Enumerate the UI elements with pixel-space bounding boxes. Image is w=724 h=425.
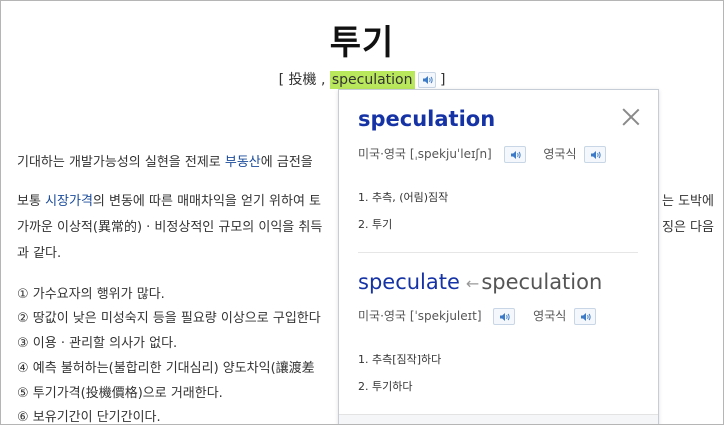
- pronunciation-row: 미국·영국 [ˌspekjuˈleɪʃn] 영국식: [358, 145, 620, 163]
- popup-footer: [339, 414, 658, 424]
- text: 기대하는 개발가능성의 실현을 전제로: [17, 155, 225, 170]
- pron-us-label: 미국·영국: [358, 309, 406, 323]
- text: 의 변동에 따른 매매차익을 얻기 위하여 토: [92, 194, 322, 209]
- meaning-item: 1. 추측, (어림)짐작: [358, 191, 449, 204]
- speaker-icon[interactable]: [584, 146, 607, 163]
- article-line-2: 보통 시장가격의 변동에 따른 매매차익을 얻기 위하여 토: [17, 190, 321, 209]
- page-frame: 투기 [ 投機 , speculation ] 기대하는 개발가능성의 실현을 …: [0, 0, 724, 425]
- meaning-item: 1. 추측[짐작]하다: [358, 353, 442, 366]
- link-real-estate[interactable]: 부동산: [225, 155, 261, 170]
- pron-us-text: [ˈspekjuleɪt]: [409, 309, 482, 323]
- base-word[interactable]: speculation: [481, 270, 602, 294]
- arrow-left-icon: ←: [465, 274, 480, 293]
- headword-text[interactable]: speculate: [358, 270, 460, 294]
- text: 에 금전을: [260, 155, 313, 170]
- divider: [358, 252, 638, 253]
- article-line-3-right: 징은 다음: [662, 220, 714, 235]
- text: 보통: [17, 194, 46, 209]
- highlighted-word[interactable]: speculation: [329, 71, 415, 89]
- close-icon[interactable]: [622, 108, 640, 126]
- subtitle-close: ]: [435, 72, 446, 88]
- article-line-1: 기대하는 개발가능성의 실현을 전제로 부동산에 금전을: [17, 151, 313, 170]
- pron-uk-label: 영국식: [533, 309, 567, 323]
- speaker-icon[interactable]: [417, 72, 436, 88]
- meaning-item: 2. 투기: [358, 218, 393, 231]
- link-market-price[interactable]: 시장가격: [45, 194, 93, 209]
- pron-uk-label: 영국식: [543, 147, 577, 161]
- list-item: ⑥ 보유기간이 단기간이다.: [17, 410, 161, 425]
- article-line-4: 과 같다.: [17, 246, 62, 261]
- speaker-icon[interactable]: [503, 146, 526, 163]
- article-line-2-right: 는 도박에: [662, 194, 714, 209]
- list-item: ④ 예측 불허하는(불합리한 기대심리) 양도차익(讓渡差: [17, 361, 315, 376]
- pron-us-text: [ˌspekjuˈleɪʃn]: [409, 147, 492, 161]
- pronunciation-row: 미국·영국 [ˈspekjuleɪt] 영국식: [358, 307, 610, 325]
- speaker-icon[interactable]: [574, 308, 597, 325]
- headword-speculation[interactable]: speculation: [358, 107, 495, 131]
- page-title: 투기: [329, 23, 395, 63]
- pron-us-label: 미국·영국: [358, 147, 406, 161]
- headword-speculate: speculate ←speculation: [358, 270, 602, 294]
- page-subtitle: [ 投機 , speculation ]: [1, 69, 723, 89]
- list-item: ② 땅값이 낮은 미성숙지 등을 필요량 이상으로 구입한다: [17, 311, 321, 326]
- subtitle-open: [ 投機 ,: [278, 72, 330, 88]
- meaning-item: 2. 투기하다: [358, 380, 413, 393]
- list-item: ③ 이용 · 관리할 의사가 없다.: [17, 336, 178, 351]
- article-line-3: 가까운 이상적(異常的) · 비정상적인 규모의 이익을 취득: [17, 220, 323, 235]
- speaker-icon[interactable]: [493, 308, 516, 325]
- list-item: ① 가수요자의 행위가 많다.: [17, 287, 165, 302]
- dictionary-popup: speculation 미국·영국 [ˌspekjuˈleɪʃn] 영국식 1.…: [338, 89, 659, 424]
- list-item: ⑤ 투기가격(投機價格)으로 거래한다.: [17, 386, 223, 401]
